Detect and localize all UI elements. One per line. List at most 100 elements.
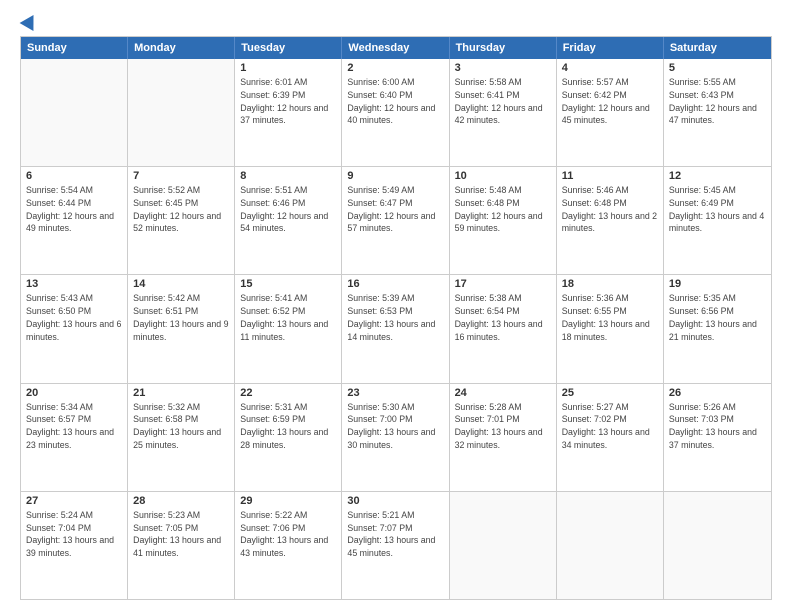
day-number: 9 <box>347 170 443 182</box>
weekday-header-monday: Monday <box>128 37 235 59</box>
calendar-day-9: 9 Sunrise: 5:49 AM Sunset: 6:47 PM Daylig… <box>342 167 449 274</box>
calendar-day-20: 20 Sunrise: 5:34 AM Sunset: 6:57 PM Dayli… <box>21 384 128 491</box>
calendar-day-4: 4Sunrise: 5:57 AM Sunset: 6:42 PM Daylig… <box>557 59 664 166</box>
calendar-day-25: 25 Sunrise: 5:27 AM Sunset: 7:02 PM Dayli… <box>557 384 664 491</box>
day-number: 28 <box>133 495 229 507</box>
page: SundayMondayTuesdayWednesdayThursdayFrid… <box>0 0 792 612</box>
day-info: Sunrise: 5:36 AM Sunset: 6:55 PM Dayligh… <box>562 292 658 343</box>
logo-text <box>20 18 38 28</box>
day-info: Sunrise: 5:54 AM Sunset: 6:44 PM Dayligh… <box>26 184 122 235</box>
weekday-header-thursday: Thursday <box>450 37 557 59</box>
calendar-row-5: 27Sunrise: 5:24 AM Sunset: 7:04 PM Dayli… <box>21 491 771 599</box>
day-info: Sunrise: 5:49 AM Sunset: 6:47 PM Dayligh… <box>347 184 443 235</box>
day-info: Sunrise: 5:23 AM Sunset: 7:05 PM Dayligh… <box>133 509 229 560</box>
calendar-day-11: 11 Sunrise: 5:46 AM Sunset: 6:48 PM Dayli… <box>557 167 664 274</box>
day-number: 8 <box>240 170 336 182</box>
day-info: Sunrise: 5:39 AM Sunset: 6:53 PM Dayligh… <box>347 292 443 343</box>
calendar-day-3: 3 Sunrise: 5:58 AM Sunset: 6:41 PM Daylig… <box>450 59 557 166</box>
day-number: 11 <box>562 170 658 182</box>
day-number: 13 <box>26 278 122 290</box>
calendar-day-23: 23Sunrise: 5:30 AM Sunset: 7:00 PM Dayli… <box>342 384 449 491</box>
day-info: Sunrise: 5:27 AM Sunset: 7:02 PM Dayligh… <box>562 401 658 452</box>
day-number: 27 <box>26 495 122 507</box>
day-info: Sunrise: 5:26 AM Sunset: 7:03 PM Dayligh… <box>669 401 766 452</box>
calendar-day-8: 8 Sunrise: 5:51 AM Sunset: 6:46 PM Daylig… <box>235 167 342 274</box>
day-info: Sunrise: 5:46 AM Sunset: 6:48 PM Dayligh… <box>562 184 658 235</box>
calendar-day-7: 7 Sunrise: 5:52 AM Sunset: 6:45 PM Daylig… <box>128 167 235 274</box>
day-number: 20 <box>26 387 122 399</box>
day-info: Sunrise: 5:31 AM Sunset: 6:59 PM Dayligh… <box>240 401 336 452</box>
day-info: Sunrise: 5:32 AM Sunset: 6:58 PM Dayligh… <box>133 401 229 452</box>
calendar-body: 1Sunrise: 6:01 AM Sunset: 6:39 PM Daylig… <box>21 59 771 599</box>
day-number: 30 <box>347 495 443 507</box>
calendar-day-21: 21Sunrise: 5:32 AM Sunset: 6:58 PM Dayli… <box>128 384 235 491</box>
day-info: Sunrise: 5:42 AM Sunset: 6:51 PM Dayligh… <box>133 292 229 343</box>
calendar-day-14: 14Sunrise: 5:42 AM Sunset: 6:51 PM Dayli… <box>128 275 235 382</box>
day-info: Sunrise: 5:48 AM Sunset: 6:48 PM Dayligh… <box>455 184 551 235</box>
calendar-day-5: 5Sunrise: 5:55 AM Sunset: 6:43 PM Daylig… <box>664 59 771 166</box>
calendar-row-1: 1Sunrise: 6:01 AM Sunset: 6:39 PM Daylig… <box>21 59 771 166</box>
day-info: Sunrise: 5:52 AM Sunset: 6:45 PM Dayligh… <box>133 184 229 235</box>
day-info: Sunrise: 5:51 AM Sunset: 6:46 PM Dayligh… <box>240 184 336 235</box>
day-number: 17 <box>455 278 551 290</box>
calendar-day-19: 19 Sunrise: 5:35 AM Sunset: 6:56 PM Dayli… <box>664 275 771 382</box>
day-number: 10 <box>455 170 551 182</box>
day-number: 7 <box>133 170 229 182</box>
logo <box>20 18 38 28</box>
day-number: 3 <box>455 62 551 74</box>
day-info: Sunrise: 5:21 AM Sunset: 7:07 PM Dayligh… <box>347 509 443 560</box>
day-info: Sunrise: 5:28 AM Sunset: 7:01 PM Dayligh… <box>455 401 551 452</box>
calendar-header: SundayMondayTuesdayWednesdayThursdayFrid… <box>21 37 771 59</box>
day-info: Sunrise: 5:35 AM Sunset: 6:56 PM Dayligh… <box>669 292 766 343</box>
day-number: 19 <box>669 278 766 290</box>
calendar-day-12: 12 Sunrise: 5:45 AM Sunset: 6:49 PM Dayli… <box>664 167 771 274</box>
calendar-day-18: 18Sunrise: 5:36 AM Sunset: 6:55 PM Dayli… <box>557 275 664 382</box>
calendar-cell-empty-4-4 <box>450 492 557 599</box>
day-number: 29 <box>240 495 336 507</box>
calendar-day-1: 1Sunrise: 6:01 AM Sunset: 6:39 PM Daylig… <box>235 59 342 166</box>
day-number: 2 <box>347 62 443 74</box>
calendar-day-24: 24 Sunrise: 5:28 AM Sunset: 7:01 PM Dayli… <box>450 384 557 491</box>
day-number: 26 <box>669 387 766 399</box>
day-number: 5 <box>669 62 766 74</box>
calendar-day-27: 27Sunrise: 5:24 AM Sunset: 7:04 PM Dayli… <box>21 492 128 599</box>
calendar-day-2: 2Sunrise: 6:00 AM Sunset: 6:40 PM Daylig… <box>342 59 449 166</box>
day-info: Sunrise: 5:38 AM Sunset: 6:54 PM Dayligh… <box>455 292 551 343</box>
day-info: Sunrise: 6:01 AM Sunset: 6:39 PM Dayligh… <box>240 76 336 127</box>
calendar-day-29: 29 Sunrise: 5:22 AM Sunset: 7:06 PM Dayli… <box>235 492 342 599</box>
calendar-cell-empty-4-6 <box>664 492 771 599</box>
day-number: 25 <box>562 387 658 399</box>
weekday-header-sunday: Sunday <box>21 37 128 59</box>
calendar-day-16: 16Sunrise: 5:39 AM Sunset: 6:53 PM Dayli… <box>342 275 449 382</box>
calendar: SundayMondayTuesdayWednesdayThursdayFrid… <box>20 36 772 600</box>
day-info: Sunrise: 5:57 AM Sunset: 6:42 PM Dayligh… <box>562 76 658 127</box>
day-info: Sunrise: 5:34 AM Sunset: 6:57 PM Dayligh… <box>26 401 122 452</box>
header <box>20 18 772 28</box>
day-info: Sunrise: 5:43 AM Sunset: 6:50 PM Dayligh… <box>26 292 122 343</box>
calendar-day-10: 10 Sunrise: 5:48 AM Sunset: 6:48 PM Dayli… <box>450 167 557 274</box>
day-info: Sunrise: 5:30 AM Sunset: 7:00 PM Dayligh… <box>347 401 443 452</box>
calendar-day-6: 6 Sunrise: 5:54 AM Sunset: 6:44 PM Daylig… <box>21 167 128 274</box>
calendar-day-30: 30 Sunrise: 5:21 AM Sunset: 7:07 PM Dayli… <box>342 492 449 599</box>
weekday-header-saturday: Saturday <box>664 37 771 59</box>
day-number: 12 <box>669 170 766 182</box>
calendar-day-26: 26 Sunrise: 5:26 AM Sunset: 7:03 PM Dayli… <box>664 384 771 491</box>
logo-triangle-icon <box>20 11 41 31</box>
day-info: Sunrise: 5:45 AM Sunset: 6:49 PM Dayligh… <box>669 184 766 235</box>
calendar-row-3: 13 Sunrise: 5:43 AM Sunset: 6:50 PM Dayli… <box>21 274 771 382</box>
day-info: Sunrise: 5:58 AM Sunset: 6:41 PM Dayligh… <box>455 76 551 127</box>
day-number: 6 <box>26 170 122 182</box>
weekday-header-friday: Friday <box>557 37 664 59</box>
calendar-day-15: 15 Sunrise: 5:41 AM Sunset: 6:52 PM Dayli… <box>235 275 342 382</box>
weekday-header-tuesday: Tuesday <box>235 37 342 59</box>
calendar-day-17: 17 Sunrise: 5:38 AM Sunset: 6:54 PM Dayli… <box>450 275 557 382</box>
day-number: 15 <box>240 278 336 290</box>
weekday-header-wednesday: Wednesday <box>342 37 449 59</box>
calendar-row-2: 6 Sunrise: 5:54 AM Sunset: 6:44 PM Daylig… <box>21 166 771 274</box>
calendar-day-22: 22Sunrise: 5:31 AM Sunset: 6:59 PM Dayli… <box>235 384 342 491</box>
day-info: Sunrise: 5:22 AM Sunset: 7:06 PM Dayligh… <box>240 509 336 560</box>
calendar-cell-empty-4-5 <box>557 492 664 599</box>
calendar-cell-empty-0-0 <box>21 59 128 166</box>
day-info: Sunrise: 5:41 AM Sunset: 6:52 PM Dayligh… <box>240 292 336 343</box>
day-number: 24 <box>455 387 551 399</box>
